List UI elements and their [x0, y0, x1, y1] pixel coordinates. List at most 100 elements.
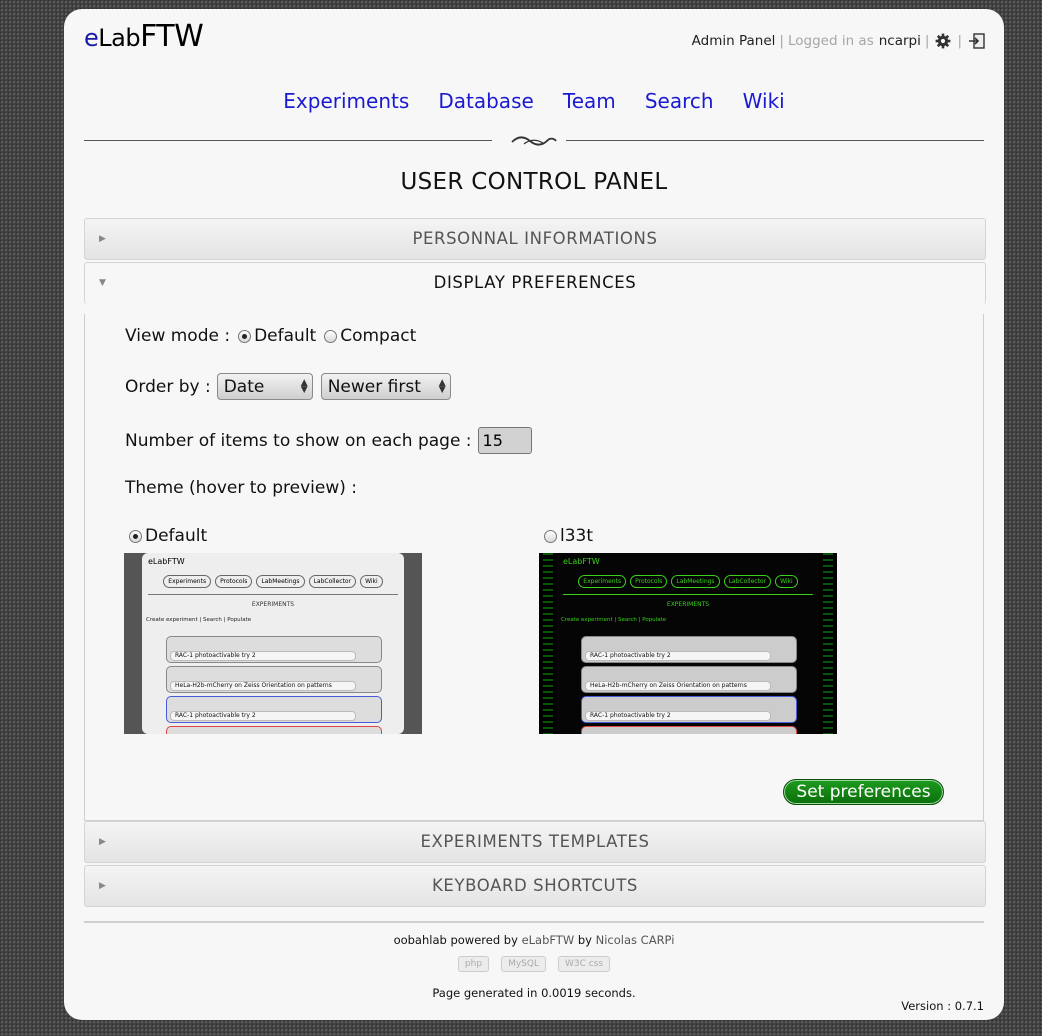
- preview-item-title: RAC-1 photoactivable try 2: [170, 711, 356, 721]
- author-link[interactable]: Nicolas CARPi: [596, 933, 675, 947]
- theme-l33t-radio[interactable]: [544, 529, 557, 543]
- select-arrows-icon: ▲ ▼: [438, 377, 446, 395]
- sort-order-value: Newer first: [327, 376, 421, 397]
- preview-nav-item: LabMeetings: [256, 575, 305, 588]
- preview-item: RAC-1 photoactivable try 2: [581, 696, 797, 723]
- sort-order-select[interactable]: Newer first ▲ ▼: [320, 373, 451, 400]
- view-mode-default-label[interactable]: Default: [254, 326, 316, 346]
- items-per-page-label: Number of items to show on each page :: [125, 430, 472, 451]
- theme-l33t-option[interactable]: l33t: [538, 526, 593, 546]
- separator: |: [924, 33, 930, 49]
- section-personal-info[interactable]: ▶ PERSONNAL INFORMATIONS: [84, 218, 986, 260]
- theme-l33t-label[interactable]: l33t: [560, 526, 593, 546]
- nav-search[interactable]: Search: [645, 89, 714, 113]
- section-title: DISPLAY PREFERENCES: [433, 273, 637, 292]
- section-experiments-templates[interactable]: ▶ EXPERIMENTS TEMPLATES: [84, 821, 986, 863]
- preview-item-title: RAC-1 photoactivable try 2: [170, 651, 356, 661]
- preview-item: RAC-1 photoactivable try 2: [166, 636, 382, 663]
- select-arrows-icon: ▲ ▼: [300, 377, 308, 395]
- section-title: KEYBOARD SHORTCUTS: [432, 876, 638, 895]
- preview-nav-item: Experiments: [578, 575, 627, 588]
- matrix-rain: [823, 553, 833, 734]
- w3c-css-badge[interactable]: W3C css: [557, 956, 611, 972]
- preview-nav-item: LabCollector: [723, 575, 772, 588]
- order-by-select[interactable]: Date ▲ ▼: [216, 373, 313, 400]
- logged-in-label: Logged in as: [787, 33, 874, 49]
- page-title: USER CONTROL PANEL: [400, 169, 668, 195]
- admin-panel-link[interactable]: Admin Panel: [692, 33, 776, 49]
- preview-nav-item: Protocols: [630, 575, 668, 588]
- separator: |: [779, 33, 784, 49]
- nav-experiments[interactable]: Experiments: [283, 89, 409, 113]
- ornament-icon: [511, 136, 557, 146]
- theme-default-radio[interactable]: [129, 529, 142, 543]
- footer-text: by: [574, 933, 596, 947]
- order-by-row: Order by : Date ▲ ▼ Newer first ▲ ▼: [125, 373, 451, 400]
- version-text: Version : 0.7.1: [901, 999, 984, 1013]
- view-mode-compact-label[interactable]: Compact: [340, 326, 416, 346]
- items-per-page-input[interactable]: [477, 427, 532, 454]
- theme-l33t-preview[interactable]: eLabFTW Experiments Protocols LabMeetings L…: [539, 553, 837, 734]
- main-page: eLabFTW Admin Panel | Logged in as ncarp…: [64, 9, 1004, 1020]
- user-bar: Admin Panel | Logged in as ncarpi | |: [692, 33, 986, 49]
- theme-default-option[interactable]: Default: [123, 526, 207, 546]
- preview-page: eLabFTW Experiments Protocols LabMeetings L…: [142, 553, 404, 734]
- preview-toolbar: Create experiment | Search | Populate: [146, 617, 252, 623]
- section-title: PERSONNAL INFORMATIONS: [412, 229, 658, 248]
- mysql-badge[interactable]: MySQL: [501, 956, 546, 972]
- preview-item-title: RAC-1 photoactivable try 2: [585, 651, 771, 661]
- logout-icon[interactable]: [968, 33, 986, 49]
- nav-team[interactable]: Team: [563, 89, 616, 113]
- preview-nav: Experiments Protocols LabMeetings LabCollec…: [142, 575, 404, 588]
- preview-title: EXPERIMENTS: [251, 601, 295, 608]
- preview-item-title: RAC-1 photoactivable try 2: [585, 711, 771, 721]
- collapsed-arrow-icon: ▶: [99, 837, 107, 847]
- view-mode-row: View mode : Default Compact: [125, 326, 416, 346]
- preview-nav-item: Wiki: [775, 575, 798, 588]
- preview-nav-item: Experiments: [163, 575, 212, 588]
- logo-ftw: FTW: [140, 19, 204, 54]
- view-mode-compact-radio[interactable]: [324, 329, 338, 343]
- divider-line-right: [566, 140, 984, 141]
- theme-default-preview[interactable]: eLabFTW Experiments Protocols LabMeetings L…: [124, 553, 422, 734]
- preview-nav-item: LabCollector: [308, 575, 357, 588]
- page-generated-text: Page generated in 0.0019 seconds.: [432, 986, 636, 1000]
- elabftw-link[interactable]: eLabFTW: [522, 933, 575, 947]
- footer-powered-by: oobahlab powered by eLabFTW by Nicolas C…: [64, 933, 1004, 947]
- main-nav: Experiments Database Team Search Wiki: [64, 89, 1004, 113]
- theme-default-label[interactable]: Default: [145, 526, 207, 546]
- preview-logo: eLabFTW: [148, 557, 185, 566]
- section-display-preferences[interactable]: ▼ DISPLAY PREFERENCES: [84, 262, 986, 304]
- logo-lab: Lab: [98, 24, 141, 52]
- view-mode-default-radio[interactable]: [238, 329, 252, 343]
- theme-row: Theme (hover to preview) :: [125, 478, 357, 498]
- nav-database[interactable]: Database: [438, 89, 533, 113]
- view-mode-label: View mode :: [125, 326, 231, 346]
- nav-wiki[interactable]: Wiki: [743, 89, 785, 113]
- preview-nav-item: LabMeetings: [671, 575, 720, 588]
- ornament-divider: [84, 133, 984, 149]
- preview-page: eLabFTW Experiments Protocols LabMeetings L…: [557, 553, 819, 734]
- set-preferences-button[interactable]: Set preferences: [783, 779, 944, 805]
- display-preferences-panel: View mode : Default Compact Order by : D…: [84, 314, 984, 821]
- preview-divider: [148, 594, 398, 595]
- divider-line-left: [84, 140, 492, 141]
- order-by-label: Order by :: [125, 376, 211, 397]
- preview-item: [581, 726, 797, 734]
- preview-title: EXPERIMENTS: [666, 601, 710, 608]
- items-per-page-row: Number of items to show on each page :: [125, 427, 532, 454]
- footer-divider: [84, 921, 984, 923]
- footer-badges: php MySQL W3C css: [64, 956, 1004, 972]
- expanded-arrow-icon: ▼: [99, 278, 107, 288]
- username-link[interactable]: ncarpi: [879, 33, 921, 49]
- preview-toolbar: Create experiment | Search | Populate: [561, 617, 667, 623]
- gear-icon[interactable]: [935, 33, 951, 49]
- section-keyboard-shortcuts[interactable]: ▶ KEYBOARD SHORTCUTS: [84, 865, 986, 907]
- preview-item: RAC-1 photoactivable try 2: [581, 636, 797, 663]
- preview-item-title: HeLa-H2b-mCherry on Zeiss Orientation on…: [585, 681, 771, 691]
- preview-nav: Experiments Protocols LabMeetings LabCollec…: [557, 575, 819, 588]
- collapsed-arrow-icon: ▶: [99, 234, 107, 244]
- order-by-value: Date: [223, 376, 265, 397]
- elabftw-logo[interactable]: eLabFTW: [84, 19, 204, 54]
- php-badge[interactable]: php: [457, 956, 490, 972]
